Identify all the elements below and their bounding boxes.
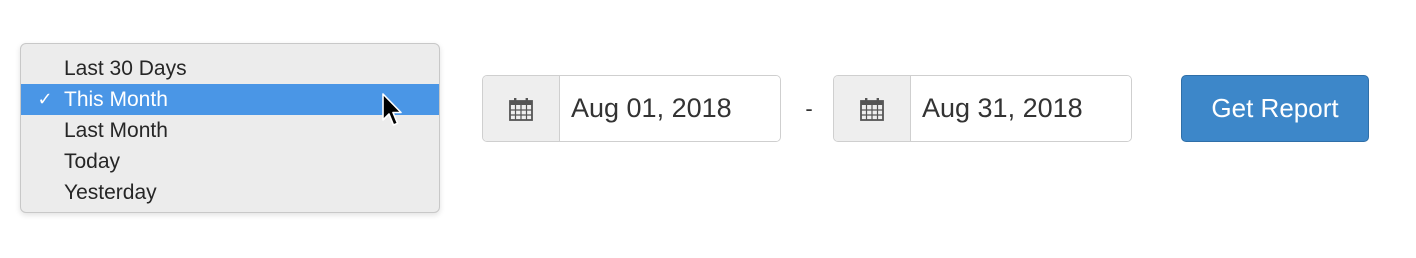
- menu-item-today[interactable]: Today: [21, 146, 439, 177]
- calendar-icon: [509, 97, 533, 121]
- date-range-menu: Last 30 Days ✓ This Month Last Month Tod…: [20, 43, 440, 213]
- end-date-input[interactable]: Aug 31, 2018: [911, 76, 1131, 141]
- end-date-calendar-button[interactable]: [834, 76, 911, 141]
- menu-item-this-month[interactable]: ✓ This Month: [21, 84, 439, 115]
- menu-item-yesterday[interactable]: Yesterday: [21, 177, 439, 208]
- menu-item-label: Yesterday: [64, 181, 157, 204]
- date-range-separator: -: [805, 96, 813, 121]
- menu-item-last-30-days[interactable]: Last 30 Days: [21, 53, 439, 84]
- calendar-icon: [860, 97, 884, 121]
- menu-item-last-month[interactable]: Last Month: [21, 115, 439, 146]
- report-filter-bar: Last 30 Days ✓ This Month Last Month Tod…: [0, 0, 1416, 258]
- menu-item-label: Last Month: [64, 119, 168, 142]
- end-date-group: Aug 31, 2018: [833, 75, 1132, 142]
- checkmark-icon: ✓: [37, 89, 53, 109]
- menu-item-label: This Month: [64, 88, 168, 111]
- get-report-button[interactable]: Get Report: [1181, 75, 1369, 142]
- mouse-pointer-icon: [382, 93, 402, 126]
- start-date-group: Aug 01, 2018: [482, 75, 781, 142]
- start-date-calendar-button[interactable]: [483, 76, 560, 141]
- menu-item-label: Last 30 Days: [64, 57, 187, 80]
- start-date-input[interactable]: Aug 01, 2018: [560, 76, 780, 141]
- menu-item-label: Today: [64, 150, 121, 173]
